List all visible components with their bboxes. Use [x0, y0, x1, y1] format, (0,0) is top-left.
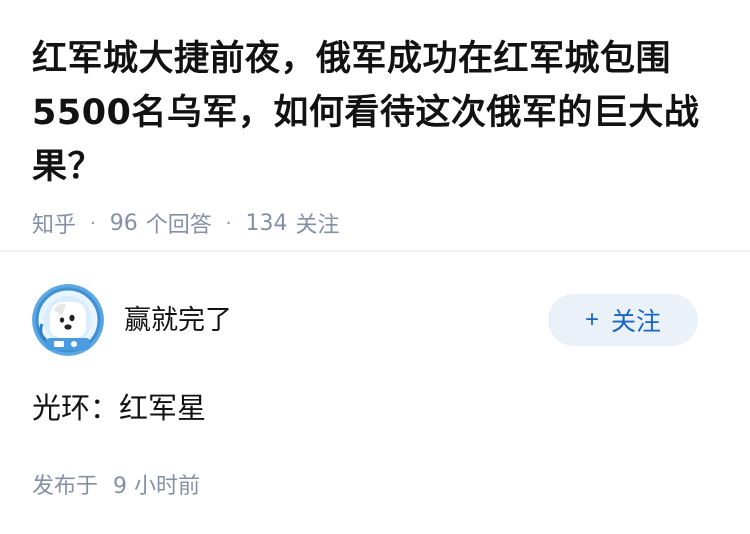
- follow-count: 134: [245, 210, 288, 236]
- publish-time: 9 小时前: [113, 474, 201, 499]
- section-divider: [0, 250, 750, 252]
- answer-content[interactable]: 光环：红军星: [32, 388, 698, 428]
- avatar[interactable]: [32, 284, 104, 356]
- meta-separator: ·: [90, 212, 96, 234]
- plus-icon: +: [584, 306, 599, 333]
- follow-button-label: 关注: [611, 308, 662, 336]
- answer-timestamp: 发布于 9 小时前: [32, 468, 698, 500]
- answer-card: 赢就完了 + 关注 光环：红军星 发布于 9 小时前: [32, 284, 698, 500]
- source-label[interactable]: 知乎: [32, 207, 76, 239]
- question-meta: 知乎 · 96 个回答 · 134 关注: [32, 207, 722, 239]
- answer-count: 96: [109, 210, 138, 236]
- author-row: 赢就完了 + 关注: [32, 284, 698, 356]
- follow-count-label: 关注: [295, 213, 340, 238]
- meta-separator: ·: [225, 212, 232, 234]
- question-title[interactable]: 红军城大捷前夜，俄军成功在红军城包围5500名乌军，如何看待这次俄军的巨大战果？: [32, 32, 722, 194]
- author-name[interactable]: 赢就完了: [124, 298, 232, 337]
- publish-label: 发布于: [32, 474, 99, 499]
- answer-count-label: 个回答: [145, 213, 212, 238]
- question-header: 红军城大捷前夜，俄军成功在红军城包围5500名乌军，如何看待这次俄军的巨大战果？…: [32, 32, 722, 238]
- follow-button[interactable]: + 关注: [548, 294, 698, 346]
- dog-astronaut-avatar-icon: [32, 284, 104, 356]
